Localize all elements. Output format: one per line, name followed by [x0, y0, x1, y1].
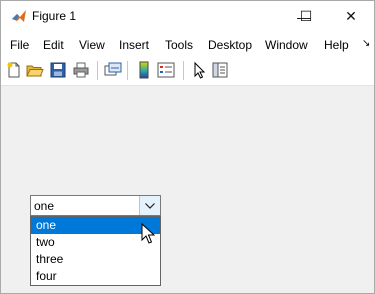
- toolbar-separator: [97, 61, 98, 80]
- maximize-icon: ☐: [299, 8, 313, 24]
- menu-window[interactable]: Window: [265, 38, 308, 52]
- menu-overflow-icon[interactable]: ↘: [362, 38, 370, 49]
- popup-menu[interactable]: one: [30, 195, 161, 216]
- menu-help[interactable]: Help: [324, 38, 349, 52]
- popup-arrow-button[interactable]: [139, 196, 160, 215]
- toolbar-separator: [183, 61, 184, 80]
- save-figure-icon[interactable]: [49, 61, 67, 79]
- insert-legend-icon[interactable]: [157, 61, 175, 79]
- open-file-icon[interactable]: [26, 61, 44, 79]
- popup-option-three[interactable]: three: [31, 251, 160, 268]
- chevron-down-icon: [145, 203, 155, 209]
- popup-selected-value: one: [34, 199, 55, 213]
- menu-tools[interactable]: Tools: [165, 38, 193, 52]
- figure-toolbar: [1, 57, 374, 86]
- title-bar[interactable]: Figure 1 — ☐ ✕: [1, 1, 374, 32]
- figure-window: Figure 1 — ☐ ✕ File Edit View Insert Too…: [0, 0, 375, 294]
- maximize-button[interactable]: ☐: [283, 1, 329, 32]
- menu-bar: File Edit View Insert Tools Desktop Wind…: [1, 32, 374, 57]
- menu-insert[interactable]: Insert: [119, 38, 149, 52]
- edit-plot-icon[interactable]: [190, 61, 208, 79]
- toolbar-separator: [127, 61, 128, 80]
- insert-colorbar-icon[interactable]: [135, 61, 153, 79]
- property-inspector-icon[interactable]: [211, 61, 229, 79]
- menu-file[interactable]: File: [10, 38, 29, 52]
- link-plot-icon[interactable]: [104, 61, 122, 79]
- close-button[interactable]: ✕: [328, 1, 374, 32]
- close-icon: ✕: [345, 8, 357, 24]
- print-figure-icon[interactable]: [72, 61, 90, 79]
- popup-option-four[interactable]: four: [31, 268, 160, 285]
- mouse-cursor-icon: [141, 223, 155, 244]
- window-title: Figure 1: [32, 9, 77, 23]
- menu-desktop[interactable]: Desktop: [208, 38, 252, 52]
- menu-edit[interactable]: Edit: [43, 38, 64, 52]
- matlab-logo-icon: [12, 10, 26, 22]
- menu-view[interactable]: View: [79, 38, 105, 52]
- new-figure-icon[interactable]: [5, 61, 23, 79]
